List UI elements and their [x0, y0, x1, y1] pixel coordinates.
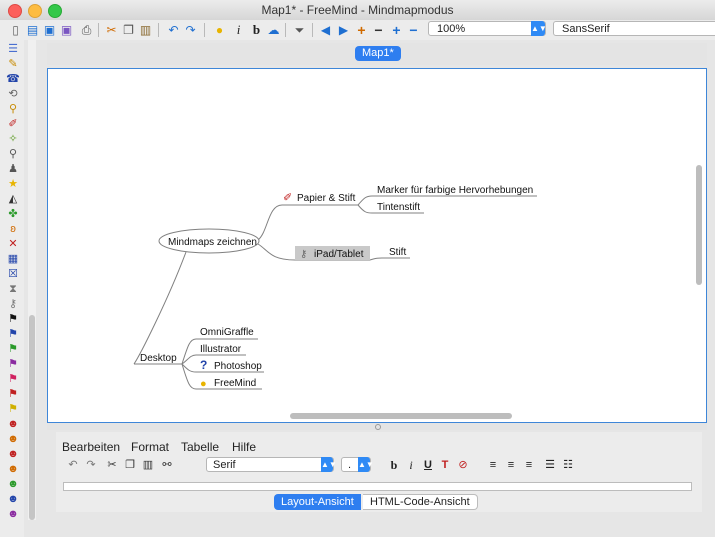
- canvas-horizontal-scroll-thumb[interactable]: [290, 413, 512, 419]
- tab-html-code-view[interactable]: HTML-Code-Ansicht: [363, 494, 478, 510]
- editor-size-select[interactable]: . ▲▼: [341, 457, 374, 472]
- node-stift[interactable]: Stift: [389, 247, 406, 258]
- clear-format-icon[interactable]: ⊘: [456, 458, 470, 473]
- menu-bearbeiten[interactable]: Bearbeiten: [62, 440, 120, 454]
- note-text-area[interactable]: [63, 482, 692, 491]
- editor-font-value: Serif: [213, 459, 236, 471]
- undo-icon[interactable]: ↶: [66, 458, 80, 473]
- node-photoshop[interactable]: Photoshop: [214, 361, 262, 372]
- canvas-vertical-scroll-thumb[interactable]: [696, 165, 702, 285]
- pane-splitter[interactable]: [47, 423, 707, 430]
- chevron-down-icon: ▲▼: [321, 457, 337, 472]
- numbered-list-icon[interactable]: ☷: [561, 458, 575, 473]
- underline-button[interactable]: U: [421, 458, 435, 473]
- node-desktop[interactable]: Desktop: [140, 353, 177, 364]
- copy-icon[interactable]: ❐: [123, 458, 137, 473]
- align-right-icon[interactable]: ≡: [522, 458, 536, 473]
- edge-papier: [257, 204, 283, 241]
- paste-icon[interactable]: ▥: [141, 458, 155, 473]
- lightbulb-icon: ●: [200, 378, 207, 390]
- menu-hilfe[interactable]: Hilfe: [232, 440, 256, 454]
- node-ipad[interactable]: iPad/Tablet: [314, 249, 364, 260]
- node-tintenstift[interactable]: Tintenstift: [377, 202, 420, 213]
- editor-size-value: .: [348, 459, 352, 471]
- edge-ipad: [257, 243, 296, 261]
- node-papier[interactable]: Papier & Stift: [297, 193, 356, 204]
- tab-layout-view[interactable]: Layout-Ansicht: [274, 494, 361, 510]
- node-omnigraffle[interactable]: OmniGraffle: [200, 327, 254, 338]
- menu-tabelle[interactable]: Tabelle: [181, 440, 219, 454]
- align-left-icon[interactable]: ≡: [486, 458, 500, 473]
- node-marker[interactable]: Marker für farbige Hervorhebungen: [377, 185, 533, 196]
- bold-button[interactable]: b: [387, 458, 401, 473]
- editor-font-select[interactable]: Serif ▲▼: [206, 457, 337, 472]
- cut-icon[interactable]: ✂: [105, 458, 119, 473]
- pencil-icon: ✐: [283, 192, 292, 204]
- edge-desktop: [133, 251, 187, 365]
- node-illustrator[interactable]: Illustrator: [200, 344, 242, 355]
- menu-format[interactable]: Format: [131, 440, 169, 454]
- redo-icon[interactable]: ↷: [84, 458, 98, 473]
- italic-button[interactable]: i: [404, 458, 418, 473]
- bullet-list-icon[interactable]: ☰: [543, 458, 557, 473]
- node-freemind[interactable]: FreeMind: [214, 378, 256, 389]
- find-icon[interactable]: ⚯: [159, 458, 175, 473]
- align-center-icon[interactable]: ≡: [504, 458, 518, 473]
- paperclip-icon: ⚷: [300, 249, 307, 260]
- root-node-label: Mindmaps zeichnen: [168, 237, 257, 248]
- text-color-icon[interactable]: T: [438, 458, 452, 473]
- chevron-down-icon: ▲▼: [358, 457, 374, 472]
- question-icon: ?: [200, 358, 207, 372]
